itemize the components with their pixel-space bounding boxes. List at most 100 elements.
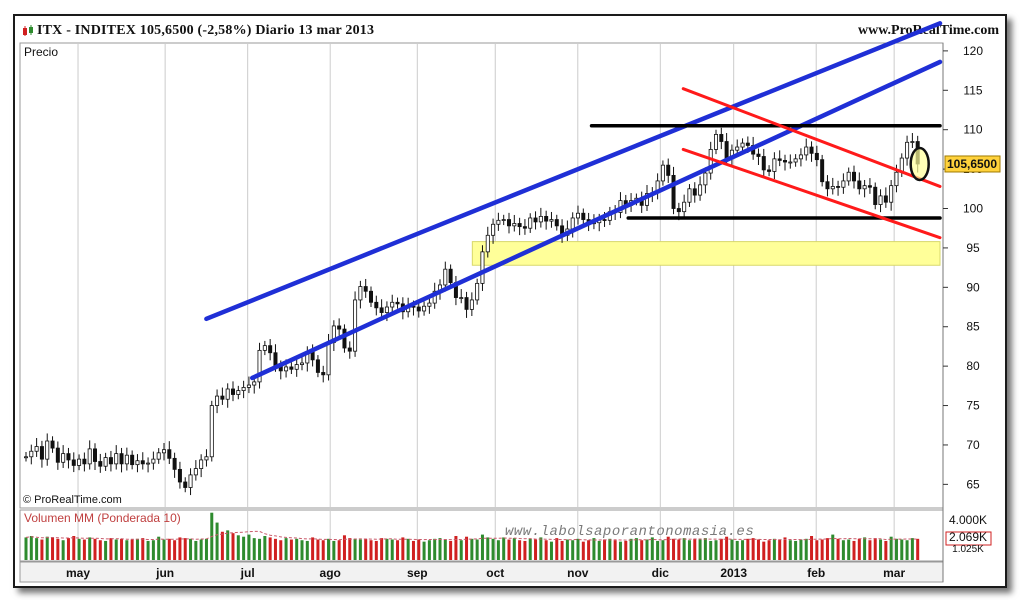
- price-axis: 12011511010510095908580757065105,6500: [943, 44, 1001, 491]
- candle-down: [745, 142, 750, 146]
- volume-bar: [534, 539, 538, 560]
- volume-bar: [571, 540, 575, 560]
- candle-up: [480, 251, 485, 284]
- candle-down: [55, 447, 60, 463]
- volume-bar: [512, 538, 516, 560]
- volume-bar: [135, 538, 139, 560]
- volume-bar: [703, 538, 707, 560]
- candle-down: [108, 457, 113, 465]
- volume-bar: [401, 537, 405, 560]
- volume-bar: [603, 539, 607, 560]
- copyright-label: © ProRealTime.com: [23, 494, 122, 506]
- volume-bar: [40, 539, 44, 560]
- volume-bar: [337, 540, 341, 560]
- watermark-text: www.labolsaporantonomasia.es: [505, 524, 754, 540]
- candle-up: [894, 171, 899, 187]
- candle-up: [87, 448, 92, 465]
- candle-up: [390, 301, 395, 308]
- price-tick-label: 90: [966, 280, 980, 294]
- price-tick-label: 100: [963, 202, 983, 216]
- volume-bar: [396, 540, 400, 560]
- volume-bar: [783, 537, 787, 560]
- candle-down: [883, 195, 888, 203]
- price-tick-label: 75: [966, 399, 980, 413]
- volume-bar: [98, 540, 102, 560]
- volume-bar: [735, 540, 739, 560]
- candle-up: [698, 184, 703, 196]
- month-label-sep: sep: [407, 566, 428, 580]
- volume-bar: [77, 538, 81, 560]
- volume-bar: [788, 540, 792, 560]
- candle-up: [772, 158, 777, 172]
- volume-bar: [687, 540, 691, 560]
- volume-bar: [215, 522, 219, 560]
- volume-bar: [576, 538, 580, 560]
- volume-bar: [889, 536, 893, 560]
- candle-down: [581, 212, 586, 220]
- volume-bar: [273, 538, 277, 560]
- volume-bar: [327, 538, 331, 560]
- candle-down: [761, 156, 766, 171]
- volume-bar: [167, 538, 171, 560]
- candle-down: [676, 208, 681, 213]
- candle-up: [151, 458, 156, 464]
- volume-bar: [762, 541, 766, 560]
- volume-bar: [465, 536, 469, 560]
- volume-bar: [459, 540, 463, 560]
- candle-down: [289, 366, 294, 370]
- candle-down: [857, 180, 862, 190]
- volume-bar: [93, 538, 97, 560]
- candle-up: [788, 161, 793, 164]
- candle-up: [910, 141, 915, 143]
- volume-bar: [491, 538, 495, 560]
- volume-bar: [305, 540, 309, 560]
- volume-bar: [857, 538, 861, 560]
- volume-bar: [289, 539, 293, 560]
- volume-bar: [666, 536, 670, 560]
- candle-up: [538, 215, 543, 223]
- candle-up: [740, 142, 745, 148]
- candle-down: [719, 134, 724, 142]
- candle-down: [183, 481, 188, 488]
- volume-bar: [226, 530, 230, 560]
- chart-window: ITX - INDITEX 105,6500 (-2,58%) Diario 1…: [13, 14, 1007, 588]
- candle-up: [204, 456, 209, 461]
- candle-down: [554, 219, 559, 227]
- candle-down: [39, 446, 44, 460]
- candle-down: [363, 286, 368, 292]
- volume-bar: [555, 538, 559, 560]
- candle-up: [475, 282, 480, 301]
- volume-bar: [597, 540, 601, 560]
- candle-up: [45, 440, 50, 460]
- volume-bar: [799, 539, 803, 560]
- candle-up: [512, 223, 517, 227]
- price-panel-label: Precio: [24, 45, 58, 59]
- volume-bar: [751, 538, 755, 560]
- candle-down: [374, 301, 379, 309]
- candle-up: [246, 384, 251, 388]
- volume-bar: [640, 540, 644, 560]
- volume-bar: [486, 537, 490, 560]
- volume-bar: [380, 538, 384, 560]
- volume-bar: [443, 539, 447, 560]
- volume-bar: [730, 539, 734, 560]
- candle-down: [172, 457, 177, 470]
- price-tick-label: 85: [966, 320, 980, 334]
- candle-up: [427, 302, 432, 307]
- candle-down: [177, 468, 182, 483]
- candle-down: [464, 297, 469, 310]
- volume-bar: [879, 539, 883, 560]
- candle-down: [66, 453, 71, 461]
- candle-up: [422, 305, 427, 312]
- candle-down: [273, 352, 278, 367]
- candle-down: [379, 307, 384, 313]
- volume-bar: [608, 538, 612, 560]
- volume-bar: [157, 536, 161, 560]
- month-label-mar: mar: [883, 566, 905, 580]
- volume-bar: [518, 540, 522, 560]
- volume-bar: [910, 538, 914, 560]
- volume-bar: [613, 540, 617, 560]
- candle-down: [368, 290, 373, 303]
- month-label-feb: feb: [807, 566, 825, 580]
- candle-up: [384, 306, 389, 313]
